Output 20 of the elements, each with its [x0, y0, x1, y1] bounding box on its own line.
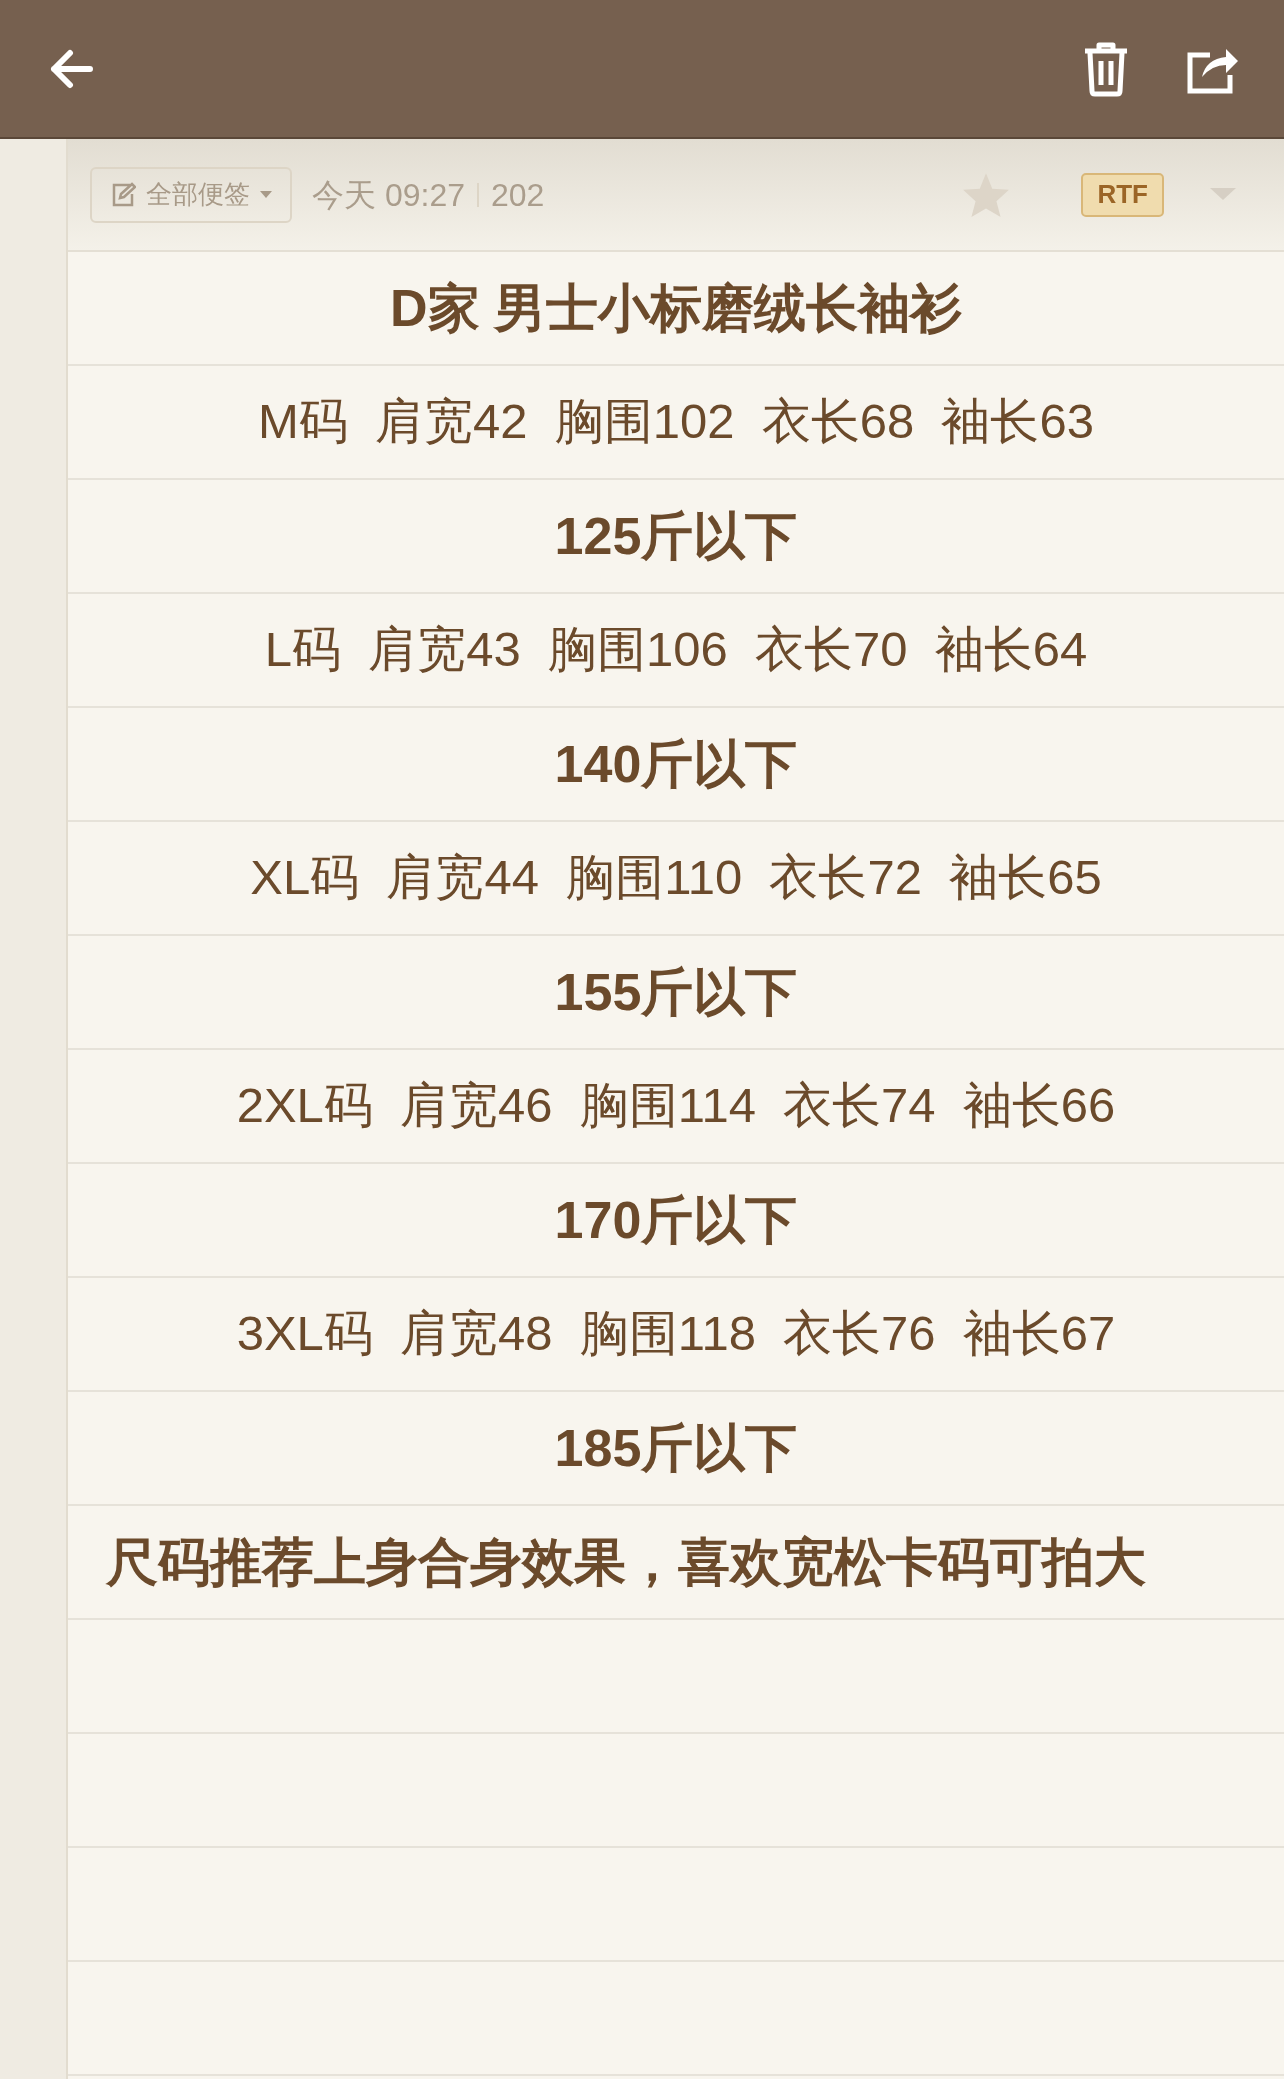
- format-badge[interactable]: RTF: [1081, 172, 1164, 217]
- note-line: 185斤以下: [553, 1418, 799, 1479]
- note-date: 今天 09:27: [312, 175, 465, 215]
- note-title: D家 男士小标磨绒长袖衫: [389, 278, 963, 339]
- caret-icon: [260, 190, 272, 199]
- edit-icon: [110, 181, 136, 208]
- note-line: 2XL码 肩宽46 胸围114 衣长74 袖长66: [235, 1077, 1117, 1135]
- note-line: 3XL码 肩宽48 胸围118 衣长76 袖长67: [235, 1305, 1117, 1363]
- note-line: M码 肩宽42 胸围102 衣长68 袖长63: [257, 393, 1095, 451]
- folder-dropdown[interactable]: 全部便签: [90, 166, 292, 223]
- character-count: 202: [490, 175, 545, 215]
- note-line: XL码 肩宽44 胸围110 衣长72 袖长65: [249, 849, 1103, 907]
- note-line: 155斤以下: [553, 962, 799, 1023]
- note-line: L码 肩宽43 胸围106 衣长70 袖长64: [263, 621, 1089, 679]
- note-line: 170斤以下: [553, 1190, 799, 1251]
- note-line: 尺码推荐上身合身效果，喜欢宽松卡码可拍大: [105, 1532, 1147, 1593]
- delete-icon[interactable]: [1082, 40, 1130, 97]
- back-icon[interactable]: [48, 48, 94, 89]
- note-line: 140斤以下: [553, 734, 799, 795]
- note-line: 125斤以下: [553, 506, 799, 567]
